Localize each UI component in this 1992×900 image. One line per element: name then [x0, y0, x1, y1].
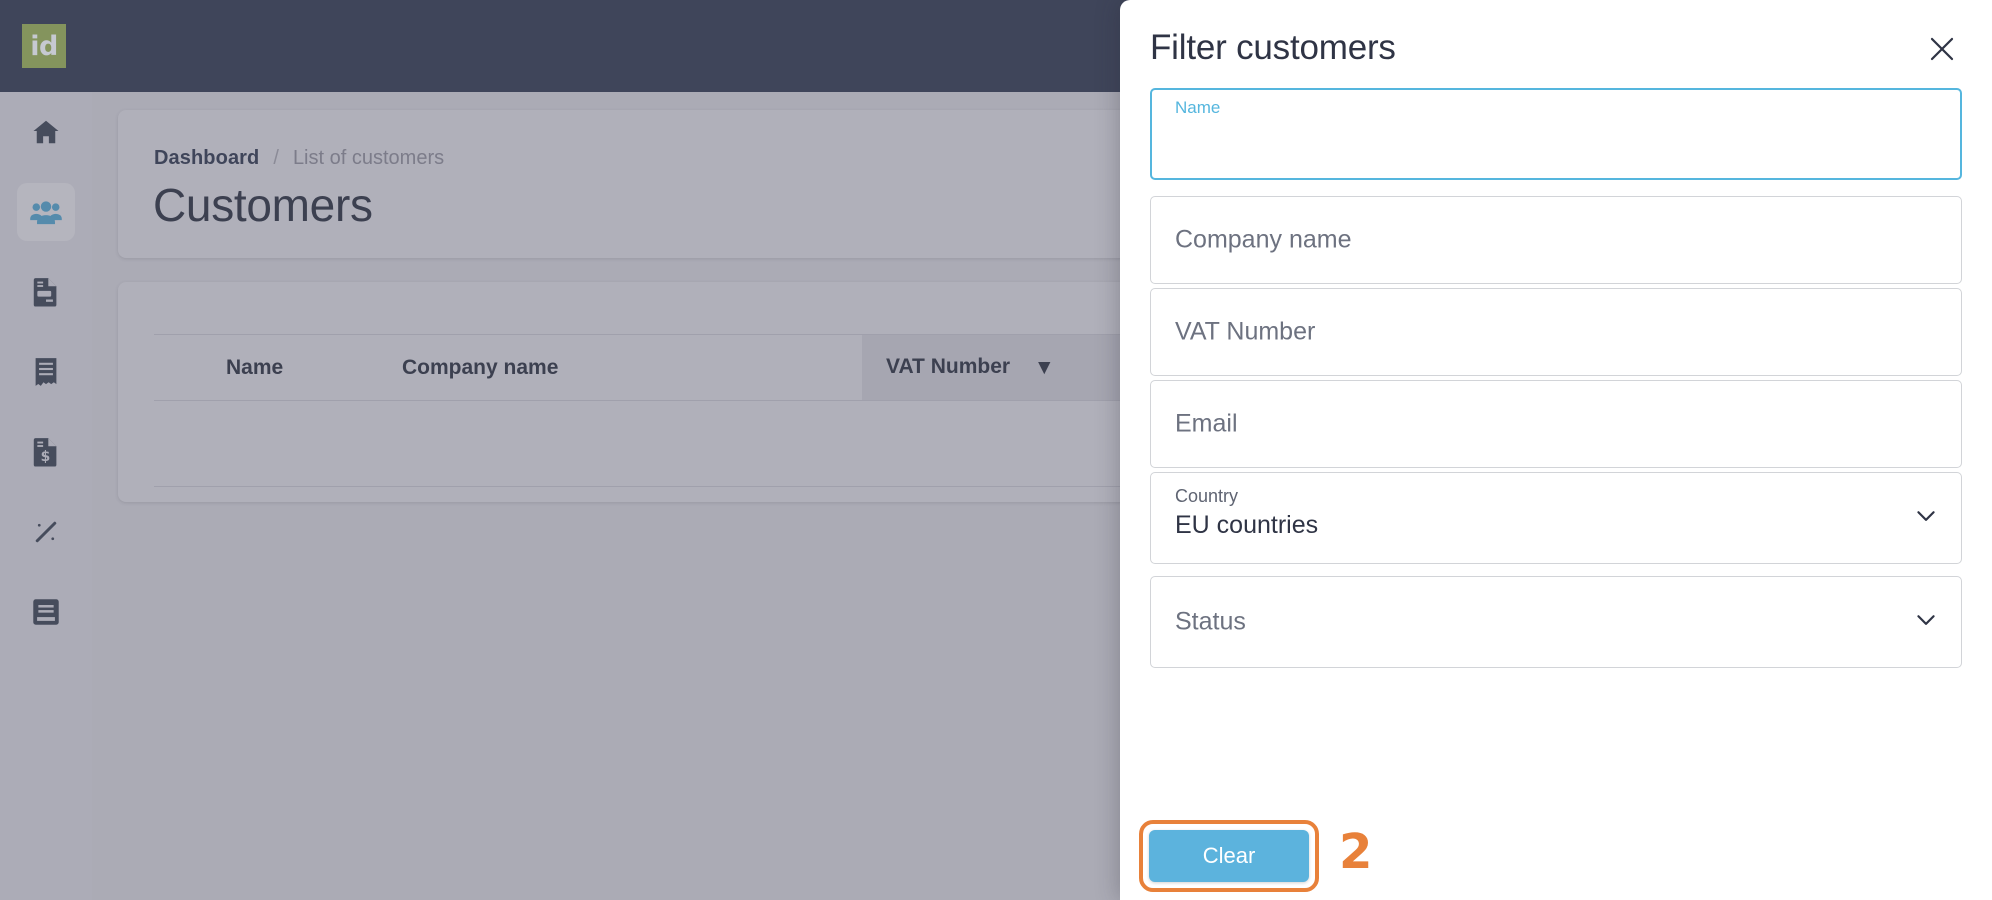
country-select-value: EU countries: [1175, 511, 1319, 539]
clear-button[interactable]: Clear: [1149, 830, 1309, 882]
panel-title: Filter customers: [1150, 28, 1396, 67]
company-name-field-placeholder: Company name: [1175, 225, 1352, 254]
table-header-name[interactable]: Name: [154, 334, 402, 401]
breadcrumb-current: List of customers: [292, 147, 445, 169]
chevron-down-icon: [1913, 503, 1939, 534]
status-select-placeholder: Status: [1175, 607, 1246, 636]
svg-text:$: $: [41, 449, 51, 465]
status-select[interactable]: Status: [1150, 576, 1962, 668]
name-field-label: Name: [1175, 98, 1221, 117]
email-field[interactable]: Email: [1150, 380, 1962, 468]
email-field-placeholder: Email: [1175, 409, 1238, 438]
country-select[interactable]: Country EU countries: [1150, 472, 1962, 564]
name-field[interactable]: Name: [1150, 88, 1962, 180]
sort-descending-caret-icon: ▼: [1033, 355, 1055, 379]
breadcrumb-dashboard-link[interactable]: Dashboard: [154, 147, 259, 170]
sidebar-item-payments[interactable]: $: [0, 412, 92, 492]
breadcrumb: Dashboard / List of customers: [154, 147, 444, 170]
chevron-down-icon: [1913, 607, 1939, 638]
sidebar-item-quotes[interactable]: [0, 252, 92, 332]
vat-number-field-placeholder: VAT Number: [1175, 317, 1316, 346]
table-header-vat-label: VAT Number: [886, 355, 1011, 379]
page-title: Customers: [153, 179, 373, 231]
vat-number-field[interactable]: VAT Number: [1150, 288, 1962, 376]
country-select-label: Country: [1175, 486, 1239, 506]
company-name-field[interactable]: Company name: [1150, 196, 1962, 284]
invoice-dollar-icon: $: [17, 423, 75, 481]
filter-customers-panel: Filter customers Name Company name VAT N…: [1120, 0, 1992, 900]
table-header-company-name[interactable]: Company name: [402, 334, 862, 401]
sidebar-item-ledger[interactable]: [0, 572, 92, 652]
people-icon: [17, 183, 75, 241]
sidebar-item-taxes[interactable]: [0, 492, 92, 572]
document-icon: [17, 263, 75, 321]
sidebar-item-customers[interactable]: [0, 172, 92, 252]
sidebar-item-home[interactable]: [0, 92, 92, 172]
brand-logo[interactable]: id: [22, 24, 66, 68]
close-icon[interactable]: [1920, 27, 1964, 71]
step-number-annotation: 2: [1339, 824, 1373, 880]
breadcrumb-separator: /: [273, 147, 279, 169]
percent-icon: [17, 503, 75, 561]
sidebar-navigation: $: [0, 92, 92, 900]
sidebar-item-invoices[interactable]: [0, 332, 92, 412]
receipt-icon: [17, 343, 75, 401]
home-icon: [17, 103, 75, 161]
book-icon: [17, 583, 75, 641]
